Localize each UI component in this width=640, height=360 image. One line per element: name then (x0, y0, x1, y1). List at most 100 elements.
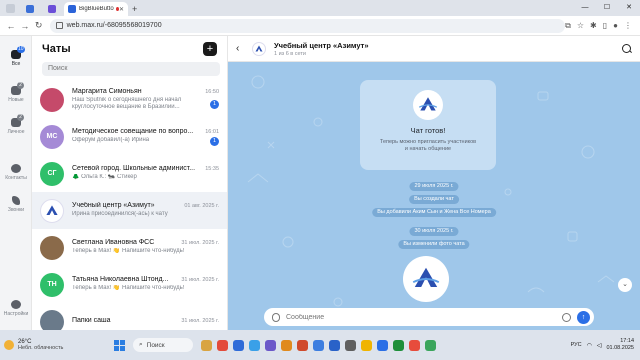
chat-preview: Наш Sputnik о сегодняшнего дня начал кру… (72, 96, 182, 111)
azimut-logo-icon (46, 204, 58, 215)
chat-photo[interactable] (403, 256, 449, 302)
browser-tab-2[interactable] (42, 2, 64, 16)
rail-label: Личное (7, 129, 25, 135)
tab-close-icon[interactable]: ✕ (119, 6, 124, 13)
conversation-header: ‹ Учебный центр «Азимут» 1 из 6 в сети (228, 36, 640, 62)
maximize-icon[interactable]: ☐ (596, 0, 618, 16)
chat-list-item[interactable]: СГ Сетевой город. Школьные админист... 15:… (32, 155, 227, 192)
rail-item-contacts[interactable]: Контакты (0, 164, 32, 181)
language-indicator[interactable]: РУС (571, 342, 582, 348)
chat-list-title: Чаты (42, 43, 71, 55)
rail-item-personal[interactable]: 2 Личное (0, 114, 32, 135)
chat-search-input[interactable] (42, 62, 220, 76)
taskbar-search[interactable]: ⌕ Поиск (133, 338, 193, 352)
system-message: Вы изменили фото чата (398, 240, 470, 249)
rail-label: Новые (8, 97, 24, 103)
weather-sun-icon (4, 340, 14, 350)
azimut-logo-icon (412, 267, 440, 287)
system-tray: РУС ◠ ◁ 17:14 01.08.2025 (571, 338, 640, 352)
group-logo (413, 90, 443, 120)
chat-time: 01 авг. 2025 г. (184, 203, 219, 210)
tab-favicon-icon (25, 5, 34, 13)
chat-list-item[interactable]: МС Методическое совещание по вопро... 16:0… (32, 118, 227, 155)
gear-icon (11, 300, 21, 309)
search-icon[interactable] (622, 43, 632, 54)
conversation-subtitle: 1 из 6 в сети (274, 50, 306, 57)
back-nav-icon[interactable]: ← (4, 21, 18, 31)
conversation-title[interactable]: Учебный центр «Азимут» (274, 41, 369, 50)
translate-icon[interactable]: ⧉ (565, 21, 571, 31)
rail-item-all[interactable]: 10 Все (0, 46, 32, 67)
new-tab-button[interactable]: + (132, 2, 137, 16)
url-field[interactable]: web.max.ru/-68095568019700 (49, 18, 566, 33)
sticker-icon[interactable] (562, 312, 571, 322)
chat-list-item[interactable]: ТН Татьяна Николаевна Штонд... 31 июл. 202… (32, 266, 227, 303)
date-pill: 30 июля 2025 г. (409, 227, 459, 236)
app-icon[interactable] (265, 339, 276, 351)
app-icon[interactable] (217, 339, 228, 351)
chrome-icon[interactable] (425, 339, 436, 351)
extensions-icon[interactable]: ✱ (590, 21, 597, 30)
back-arrow-icon[interactable]: ‹ (236, 43, 248, 54)
app-icon[interactable] (409, 339, 420, 351)
ready-title: Чат готов! (410, 126, 446, 135)
app-icon[interactable] (361, 339, 372, 351)
taskbar-search-label: Поиск (146, 341, 165, 349)
site-info-icon[interactable] (55, 22, 63, 29)
scroll-down-button[interactable]: ⌄ (618, 278, 632, 292)
close-window-icon[interactable]: ✕ (618, 0, 640, 16)
browser-menu-icon[interactable]: ⋮ (624, 21, 632, 30)
rail-badge: 2 (17, 114, 24, 121)
app-icon[interactable] (393, 339, 404, 351)
app-icon[interactable] (313, 339, 324, 351)
explorer-icon[interactable] (201, 339, 212, 351)
system-message: Вы добавили Аким Сын и Жена Все Номера (372, 208, 496, 217)
chat-time: 16:01 (205, 128, 219, 135)
window-controls: — ☐ ✕ (574, 0, 640, 16)
weather-widget[interactable]: 26°C Небл. облачность (0, 339, 90, 351)
unread-badge: 1 (210, 136, 219, 146)
rail-item-new[interactable]: 2 Новые (0, 82, 32, 103)
profile-icon[interactable]: ● (613, 21, 618, 30)
nav-rail: 10 Все 2 Новые 2 Личное Контакты Звонки … (0, 36, 32, 330)
app-icon[interactable] (297, 339, 308, 351)
sidepanel-icon[interactable]: ▯ (603, 21, 607, 30)
avatar: СГ (40, 161, 64, 186)
browser-tab-active[interactable]: BigBlueButton - Акимов Па ✕ (64, 2, 128, 16)
word-icon[interactable] (329, 339, 340, 351)
new-chat-button[interactable]: + (203, 42, 217, 56)
rail-label: Звонки (7, 207, 25, 213)
app-icon[interactable] (249, 339, 260, 351)
app-icon[interactable] (377, 339, 388, 351)
clock[interactable]: 17:14 01.08.2025 (606, 338, 634, 352)
chat-avatar[interactable] (252, 41, 266, 56)
bookmark-star-icon[interactable]: ☆ (577, 21, 584, 30)
app-icon[interactable] (281, 339, 292, 351)
chat-name: Сетевой город. Школьные админист... (72, 165, 196, 173)
start-button[interactable] (114, 339, 125, 351)
send-button[interactable]: ↑ (577, 310, 590, 324)
volume-icon[interactable]: ◁ (597, 342, 602, 349)
chat-preview: Теперь в Max! 👋 Напишите что-нибудь! (72, 285, 185, 292)
rail-badge: 10 (17, 46, 25, 53)
minimize-icon[interactable]: — (574, 0, 596, 16)
browser-tab-1[interactable] (20, 2, 42, 16)
reload-icon[interactable]: ↻ (32, 20, 46, 31)
app-icon[interactable] (233, 339, 244, 351)
chat-name: Татьяна Николаевна Штонд... (72, 276, 169, 284)
chat-name: Светлана Ивановна ФСС (72, 239, 155, 247)
conversation-panel: ‹ Учебный центр «Азимут» 1 из 6 в сети Ч… (228, 36, 640, 330)
attach-icon[interactable] (272, 312, 280, 322)
app-icon[interactable] (345, 339, 356, 351)
date-pill: 29 июля 2025 г. (409, 182, 459, 191)
wifi-icon[interactable]: ◠ (587, 342, 592, 349)
chat-list-item[interactable]: Светлана Ивановна ФСС 31 июл. 2025 г. Тепе… (32, 229, 227, 266)
chat-time: 15:35 (205, 166, 219, 173)
tab-search-icon[interactable] (6, 4, 15, 13)
forward-nav-icon[interactable]: → (18, 21, 32, 31)
message-input[interactable] (286, 313, 562, 321)
chat-list-item[interactable]: Маргарита Симоньян 16:50 Наш Sputnik о сег… (32, 81, 227, 118)
chat-list-item[interactable]: Учебный центр «Азимут» 01 авг. 2025 г. Ири… (32, 192, 227, 229)
rail-item-calls[interactable]: Звонки (0, 196, 32, 213)
rail-item-settings[interactable]: Настройки (0, 300, 32, 317)
